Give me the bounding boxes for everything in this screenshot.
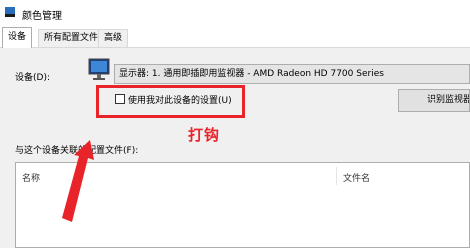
column-header-name[interactable]: 名称 <box>22 171 40 184</box>
monitor-icon <box>88 58 110 80</box>
tab-strip: 设备 所有配置文件 高级 <box>0 26 470 48</box>
device-select[interactable]: 显示器: 1. 通用即插即用监视器 - AMD Radeon HD 7700 S… <box>114 64 470 84</box>
tab-all-profiles[interactable]: 所有配置文件 <box>38 29 105 48</box>
identify-monitors-button[interactable]: 识别监视器 <box>398 89 470 112</box>
annotation-text: 打钩 <box>188 126 221 144</box>
column-divider <box>336 167 337 185</box>
use-my-settings-checkbox[interactable] <box>115 94 125 104</box>
window-title: 颜色管理 <box>22 11 62 22</box>
tab-devices[interactable]: 设备 <box>2 27 33 48</box>
device-label: 设备(D): <box>15 73 50 83</box>
column-header-filename[interactable]: 文件名 <box>343 171 370 184</box>
profiles-label: 与这个设备关联的配置文件(F): <box>15 146 139 156</box>
profile-list[interactable]: 名称 文件名 <box>15 162 470 248</box>
tab-advanced[interactable]: 高级 <box>98 29 129 48</box>
use-my-settings-label[interactable]: 使用我对此设备的设置(U) <box>128 93 232 106</box>
title-bar: 颜色管理 <box>0 0 470 26</box>
color-management-icon <box>4 6 16 18</box>
